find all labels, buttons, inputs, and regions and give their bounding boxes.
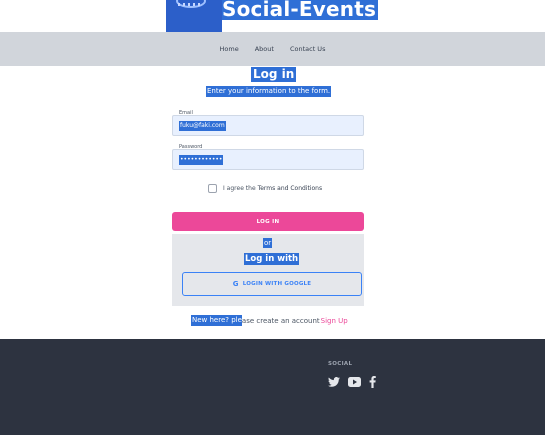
nav-link-home[interactable]: Home [220,45,239,53]
password-field[interactable]: •••••••••••• [172,149,364,170]
top-nav: Home About Contact Us [0,32,545,66]
social-icons [328,376,376,388]
signup-prompt: New here? ple ase create an account Sign… [191,315,348,326]
brand-title: Social-Events [222,0,379,21]
login-with-heading: Log in with [244,253,300,265]
terms-agreement: I agree the Terms and Conditions [208,184,322,193]
new-here-text: ase create an account [241,316,320,325]
header: Social-Events [0,0,545,32]
footer: SOCIAL [0,339,545,435]
nav-link-contact[interactable]: Contact Us [290,45,326,53]
login-subtitle: Enter your information to the form. [206,86,332,97]
google-login-label: LOGIN WITH GOOGLE [242,281,312,287]
bottom-strip [0,435,545,443]
nav-link-about[interactable]: About [255,45,274,53]
terms-checkbox[interactable] [208,184,217,193]
google-login-button[interactable]: G LOGIN WITH GOOGLE [182,272,362,296]
signup-link[interactable]: Sign Up [321,317,348,325]
password-value: •••••••••••• [179,155,224,165]
facebook-icon[interactable] [369,376,376,388]
email-value: fuku@faki.com [179,121,226,131]
social-heading: SOCIAL [328,361,353,367]
brand-logo-image[interactable] [166,0,222,32]
login-title: Log in [251,67,297,82]
alternative-login-panel: or Log in with G LOGIN WITH GOOGLE [172,234,364,306]
new-here-text-selected: New here? ple [191,315,242,326]
twitter-icon[interactable] [328,377,340,387]
youtube-icon[interactable] [348,377,361,387]
google-icon: G [232,280,239,288]
terms-prefix: I agree the [223,185,256,192]
or-divider: or [263,238,273,248]
terms-link[interactable]: Terms and Conditions [258,185,323,192]
email-field[interactable]: fuku@faki.com [172,115,364,136]
logo-dots-icon [178,3,200,6]
login-button[interactable]: LOG IN [172,212,364,231]
